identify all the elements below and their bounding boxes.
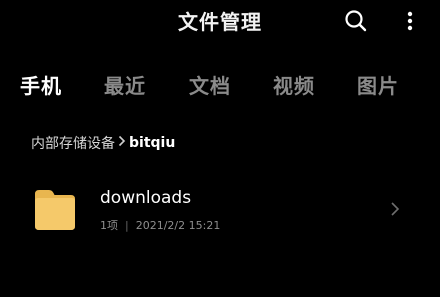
breadcrumb: 内部存储设备 bitqiu bbox=[31, 133, 175, 153]
tab-videos[interactable]: 视频 bbox=[273, 70, 315, 99]
chevron-right-icon bbox=[388, 200, 402, 218]
breadcrumb-current[interactable]: bitqiu bbox=[129, 135, 175, 151]
more-options-button[interactable] bbox=[398, 8, 422, 34]
more-vertical-icon bbox=[407, 11, 413, 31]
category-tabs: 手机 最近 文档 视频 图片 bbox=[0, 70, 440, 104]
file-item-count: 1项 bbox=[100, 219, 118, 232]
tab-images[interactable]: 图片 bbox=[357, 70, 399, 99]
tab-phone[interactable]: 手机 bbox=[20, 70, 62, 99]
search-button[interactable] bbox=[343, 8, 369, 34]
chevron-right-icon bbox=[118, 135, 126, 151]
tab-recent[interactable]: 最近 bbox=[104, 70, 146, 99]
meta-separator: | bbox=[125, 219, 129, 232]
breadcrumb-root[interactable]: 内部存储设备 bbox=[31, 133, 115, 153]
folder-icon bbox=[32, 186, 78, 232]
file-meta: 1项 | 2021/2/2 15:21 bbox=[100, 217, 220, 233]
tab-documents[interactable]: 文档 bbox=[189, 70, 231, 99]
file-modified-date: 2021/2/2 15:21 bbox=[135, 219, 221, 232]
app-title: 文件管理 bbox=[178, 10, 262, 34]
file-name: downloads bbox=[100, 188, 192, 208]
top-app-bar: 文件管理 bbox=[0, 0, 440, 40]
list-item[interactable]: downloads 1项 | 2021/2/2 15:21 bbox=[0, 176, 440, 242]
search-icon bbox=[345, 10, 367, 32]
